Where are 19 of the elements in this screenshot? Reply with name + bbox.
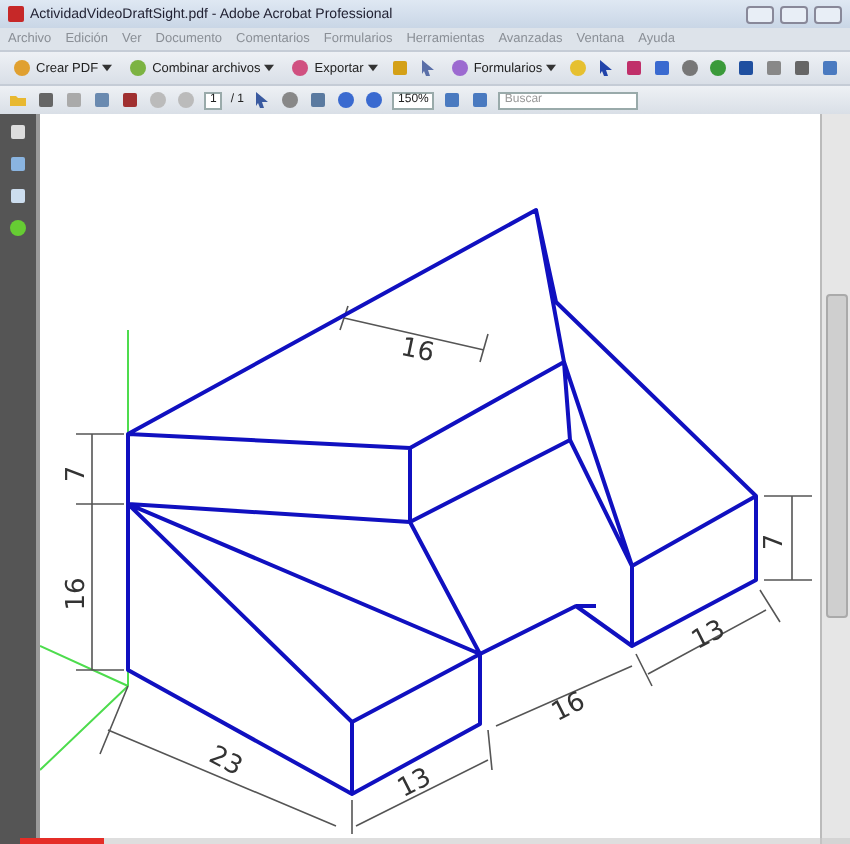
- close-button[interactable]: [814, 5, 842, 23]
- scrollbar-thumb[interactable]: [825, 294, 847, 618]
- caret-icon: [264, 64, 275, 72]
- select-arrow-icon[interactable]: [596, 58, 617, 78]
- minimize-button[interactable]: [746, 5, 774, 23]
- dimension-label: 7: [760, 533, 790, 551]
- dimension-label: 7: [62, 465, 92, 483]
- dimension-label: 13: [687, 614, 731, 657]
- dimension-label: 16: [62, 577, 92, 611]
- maximize-button[interactable]: [780, 5, 808, 23]
- dimension-label: 13: [393, 762, 437, 805]
- caret-icon: [367, 64, 378, 72]
- cursor-icon[interactable]: [252, 90, 273, 110]
- dimension-label: 16: [398, 333, 437, 370]
- dimension-label: 23: [203, 740, 247, 783]
- caret-icon: [546, 64, 557, 72]
- caret-icon: [102, 64, 113, 72]
- dimension-label: 16: [547, 686, 591, 729]
- app-icon: [8, 6, 24, 22]
